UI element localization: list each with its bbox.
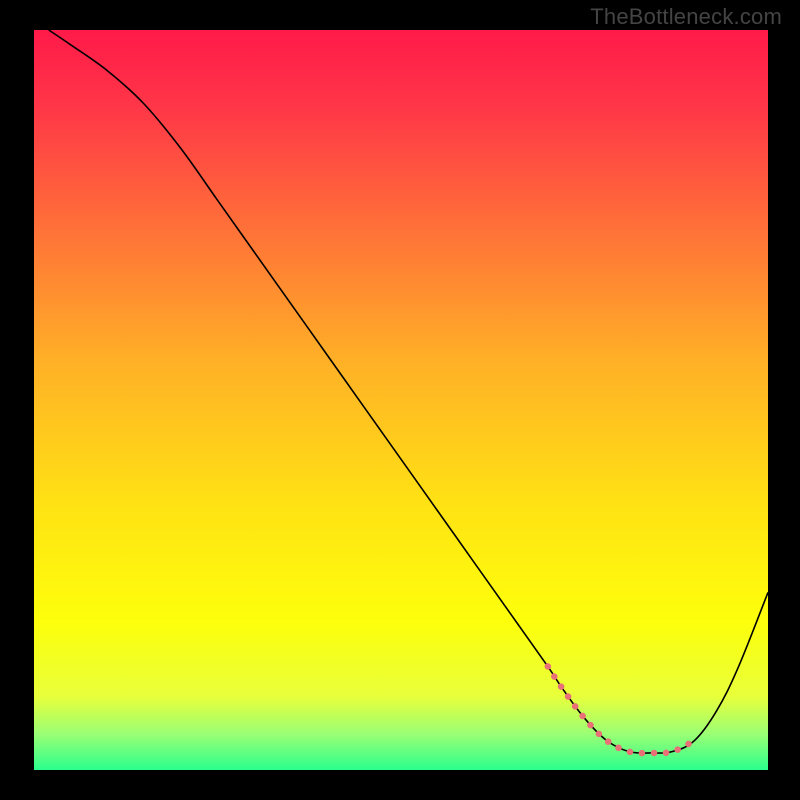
watermark-text: TheBottleneck.com xyxy=(590,4,782,30)
plot-area xyxy=(34,30,768,770)
chart-stage: TheBottleneck.com xyxy=(0,0,800,800)
gradient-background xyxy=(34,30,768,770)
plot-svg xyxy=(34,30,768,770)
